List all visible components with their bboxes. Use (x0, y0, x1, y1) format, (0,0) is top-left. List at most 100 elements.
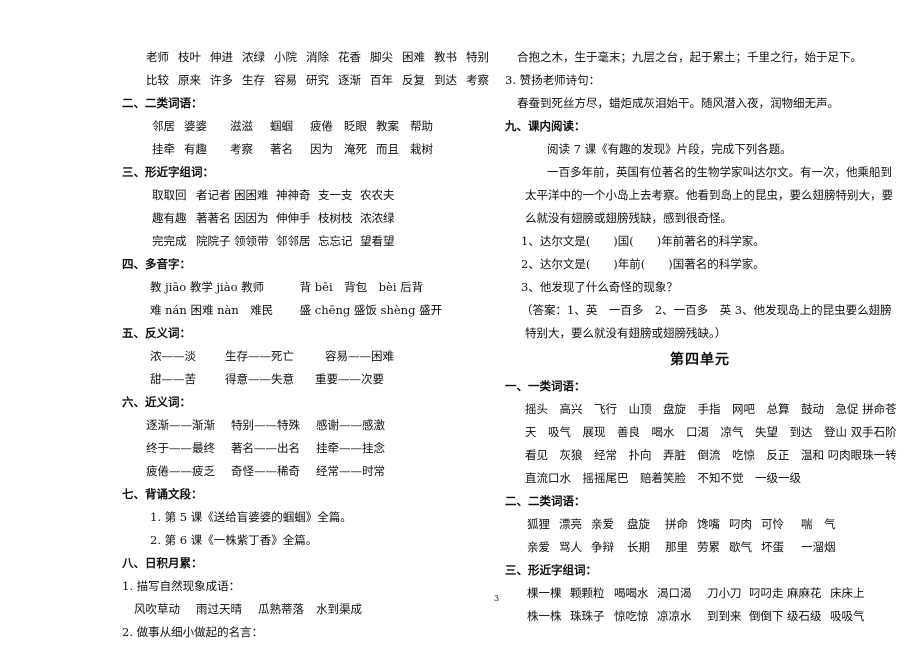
word-item: 趣有趣 (152, 211, 187, 225)
word-item: 麻麻花 (787, 586, 822, 600)
word-item: 到达 (434, 73, 457, 87)
section-heading: 五、反义词： (122, 326, 191, 340)
word-item: 渴口渴 (657, 586, 692, 600)
subheading: 3. 赞扬老师诗句： (505, 73, 601, 87)
word-item: 因因为 (234, 211, 269, 225)
word-row: 完完成 院院子 领领带 邻邻居 忘忘记 望看望 (122, 230, 494, 253)
word-item: 取取回 (152, 188, 187, 202)
word-item: 领领带 (234, 234, 269, 248)
polyphone-b: 背 bēi 背包 bèi 后背 (299, 280, 424, 294)
word-item: 瓜熟蒂落 (258, 602, 304, 616)
document-page: 老师 枝叶 伸进 浓绿 小院 消除 花香 脚尖 困难 教书 特别 比较 原来 许多 生存 容易 研究 逐渐 百年反… (0, 0, 920, 650)
word-item: 忘忘记 (318, 234, 353, 248)
word-item: 长期 (627, 540, 650, 554)
word-item: 骂人 (559, 540, 582, 554)
idiom-row: 风吹草动 雨过天晴 瓜熟蒂落 水到渠成 (122, 598, 494, 621)
synonym-row: 逐渐——渐渐 特别——特殊 感谢——感激 (122, 414, 494, 437)
word-item: 容易 (274, 73, 297, 87)
word-item: 挂牵 (152, 142, 175, 156)
word-item: 容易——困难 (325, 349, 394, 363)
word-item: 疲倦 (310, 119, 333, 133)
word-item: 特别 (466, 50, 489, 64)
passage-line: 一百多年前，英国有位著名的生物学家叫达尔文。有一次，他乘船到 (547, 165, 892, 179)
section-heading: 三、形近字组词： (505, 563, 597, 577)
word-item: 风吹草动 (134, 602, 180, 616)
right-column: 合抱之木，生于毫末；九层之台，起于累土；千里之行，始于足下。 3. 赞扬老师诗句… (505, 46, 897, 628)
word-item: 叼肉 (729, 517, 752, 531)
synonym-row: 终于——最终 著名——出名 挂牵——挂念 (122, 437, 494, 460)
word-item: 小院 (274, 50, 297, 64)
word-item: 脚尖 (370, 50, 393, 64)
word-item: 而且 (376, 142, 399, 156)
word-item: 花香 (338, 50, 361, 64)
word-row: 取取回 者记者 困困难 神神奇 支一支 农农夫 (122, 184, 494, 207)
word-item: 珠珠子 (570, 609, 605, 623)
word-item: 完完成 (152, 234, 187, 248)
word-item: 雨过天晴 (196, 602, 242, 616)
word-item: 原来 (178, 73, 201, 87)
word-item: 可怜 (761, 517, 784, 531)
word-item: 争辩 (591, 540, 614, 554)
word-row: 天 吸气 展现 善良 喝水 口渴 凉气 失望 到达 登山 双手石阶 (525, 425, 897, 439)
polyphone-row: 教 jiāo 教学 jiào 教师 背 bēi 背包 bèi 后背 (122, 276, 494, 299)
quote-line: 合抱之木，生于毫末；九层之台，起于累土；千里之行，始于足下。 (517, 50, 862, 64)
word-item: 因为 (310, 142, 333, 156)
word-item: 狐狸 (527, 517, 550, 531)
word-item: 淹死 (344, 142, 367, 156)
word-item: 生存——死亡 (225, 349, 294, 363)
section-heading: 六、近义词： (122, 395, 191, 409)
word-item: 滋滋 (230, 119, 253, 133)
word-item: 级石级 (787, 609, 822, 623)
word-item: 水到渠成 (316, 602, 362, 616)
word-row: 摇头 高兴 飞行 山顶 盘旋 手指 网吧 总算 鼓动 急促 拼命苍 (525, 402, 897, 416)
word-item: 得意——失意 (225, 372, 294, 386)
word-item: 伸伸手 (276, 211, 311, 225)
question-3: 3、他发现了什么奇怪的现象？ (521, 280, 678, 294)
word-item: 神神奇 (276, 188, 311, 202)
word-item: 吸吸气 (830, 609, 865, 623)
word-row: 比较 原来 许多 生存 容易 研究 逐渐 百年 反复 到达 考察 (122, 69, 494, 92)
word-row: 趣有趣 著著名 因因为 伸伸手 枝树枝 浓浓绿 (122, 207, 494, 230)
page-number: 3 (494, 594, 500, 603)
synonym-row: 疲倦——疲乏 奇怪——稀奇 经常——时常 (122, 460, 494, 483)
reading-intro: 阅读 7 课《有趣的发现》片段，完成下列各题。 (547, 142, 792, 156)
passage-line: 么就没有翅膀或翅膀残缺，感到很奇怪。 (525, 211, 732, 225)
word-item: 浓绿 (242, 50, 265, 64)
word-item: 生存 (242, 73, 265, 87)
section-heading: 二、二类词语： (122, 96, 203, 110)
answer-line: 特别大，要么就没有翅膀或翅膀残缺。） (525, 326, 727, 340)
word-item: 漂亮 (559, 517, 582, 531)
word-item: 感谢——感激 (316, 418, 385, 432)
polyphone-a: 教 jiāo 教学 jiào 教师 (150, 280, 265, 294)
word-item: 到到来 (707, 609, 742, 623)
word-row: 看见 灰狼 经常 扑向 弄脏 倒流 吃惊 反正 温和 叼肉眼珠一转 (525, 448, 897, 462)
word-item: 望看望 (360, 234, 395, 248)
word-item: 盘旋 (627, 517, 650, 531)
section-heading: 一、一类词语： (505, 379, 586, 393)
word-item: 考察 (466, 73, 489, 87)
word-item: 拼命 (665, 517, 688, 531)
word-item: 眨眼 (344, 119, 367, 133)
question-1: 1、达尔文是( )国( )年前著名的科学家。 (521, 234, 765, 248)
word-item: 困困难 (234, 188, 269, 202)
section-heading: 七、背诵文段： (122, 487, 203, 501)
word-item: 比较 (146, 73, 169, 87)
word-item: 特别——特殊 (231, 418, 300, 432)
word-item: 惊吃惊 (614, 609, 649, 623)
word-item: 农农夫 (360, 188, 395, 202)
question-2: 2、达尔文是( )年前( )国著名的科学家。 (521, 257, 765, 271)
word-item: 支一支 (318, 188, 353, 202)
word-item: 颗颗粒 (570, 586, 605, 600)
word-item: 研究 (306, 73, 329, 87)
word-item: 株一株 (527, 609, 562, 623)
word-item: 婆婆 (184, 119, 207, 133)
subheading: 2. 做事从细小做起的名言： (122, 625, 264, 639)
word-item: 经常——时常 (316, 464, 385, 478)
word-item: 奇怪——稀奇 (231, 464, 300, 478)
word-item: 枝叶 (178, 50, 201, 64)
word-item: 许多 (210, 73, 233, 87)
word-item: 凉凉水 (657, 609, 692, 623)
word-item: 叼叼走 (749, 586, 784, 600)
section-heading: 三、形近字组词： (122, 165, 214, 179)
word-item: 教案 (376, 119, 399, 133)
